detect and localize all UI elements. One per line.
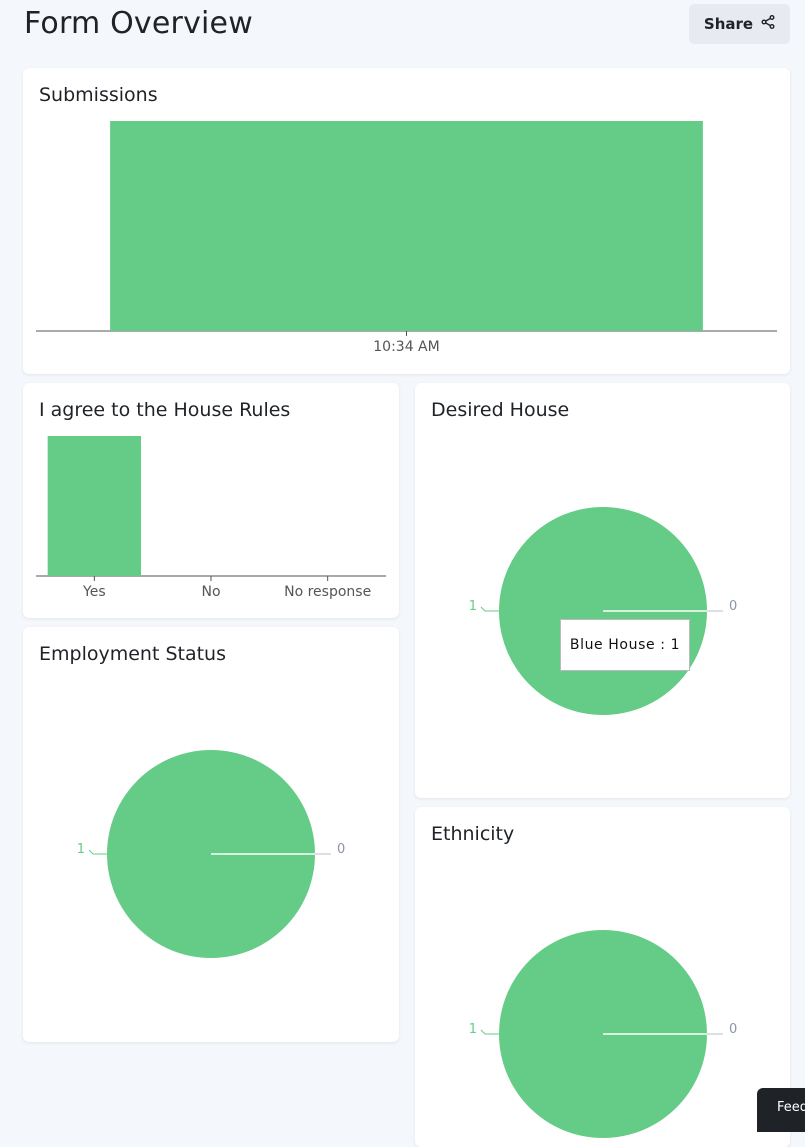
share-button-label: Share xyxy=(703,15,754,33)
employment-status-chart: 10 xyxy=(77,750,345,958)
pie-slice-label: 1 xyxy=(469,1022,477,1037)
submissions-card: Submissions 10:34 AM xyxy=(23,68,790,374)
ethnicity-chart: 10 xyxy=(469,930,737,1138)
x-tick-label: Yes xyxy=(82,584,106,600)
bar xyxy=(47,436,141,576)
feedback-button[interactable]: Feed xyxy=(757,1088,805,1132)
x-tick-label: No xyxy=(201,584,220,600)
share-button[interactable]: Share xyxy=(689,4,790,44)
pie-slice-label: 1 xyxy=(469,599,477,614)
page-title: Form Overview xyxy=(24,6,253,41)
pie-leader-line xyxy=(88,849,107,855)
house-rules-card: I agree to the House Rules Yes No No respo… xyxy=(23,383,399,618)
employment-status-card: Employment Status 10 xyxy=(23,627,399,1042)
pie-leader-line xyxy=(480,1029,499,1035)
chart-tooltip: Blue House : 1 xyxy=(560,619,690,671)
share-icon xyxy=(761,15,775,33)
pie-slice-label: 1 xyxy=(77,842,85,857)
desired-house-chart: 10 xyxy=(469,507,737,715)
pie-slice-label: 0 xyxy=(729,1022,737,1037)
bar xyxy=(110,121,703,331)
ethnicity-card: Ethnicity 10 xyxy=(415,807,790,1147)
pie-leader-line xyxy=(480,606,499,612)
pie-slice-label: 0 xyxy=(729,599,737,614)
submissions-chart: 10:34 AM xyxy=(36,121,777,355)
house-rules-chart: Yes No No response xyxy=(36,436,386,600)
pie-slice-label: 0 xyxy=(337,842,345,857)
x-tick-label: 10:34 AM xyxy=(373,339,439,355)
x-tick-label: No response xyxy=(284,584,371,600)
desired-house-card: Desired House 10 Blue House : 1 xyxy=(415,383,790,798)
